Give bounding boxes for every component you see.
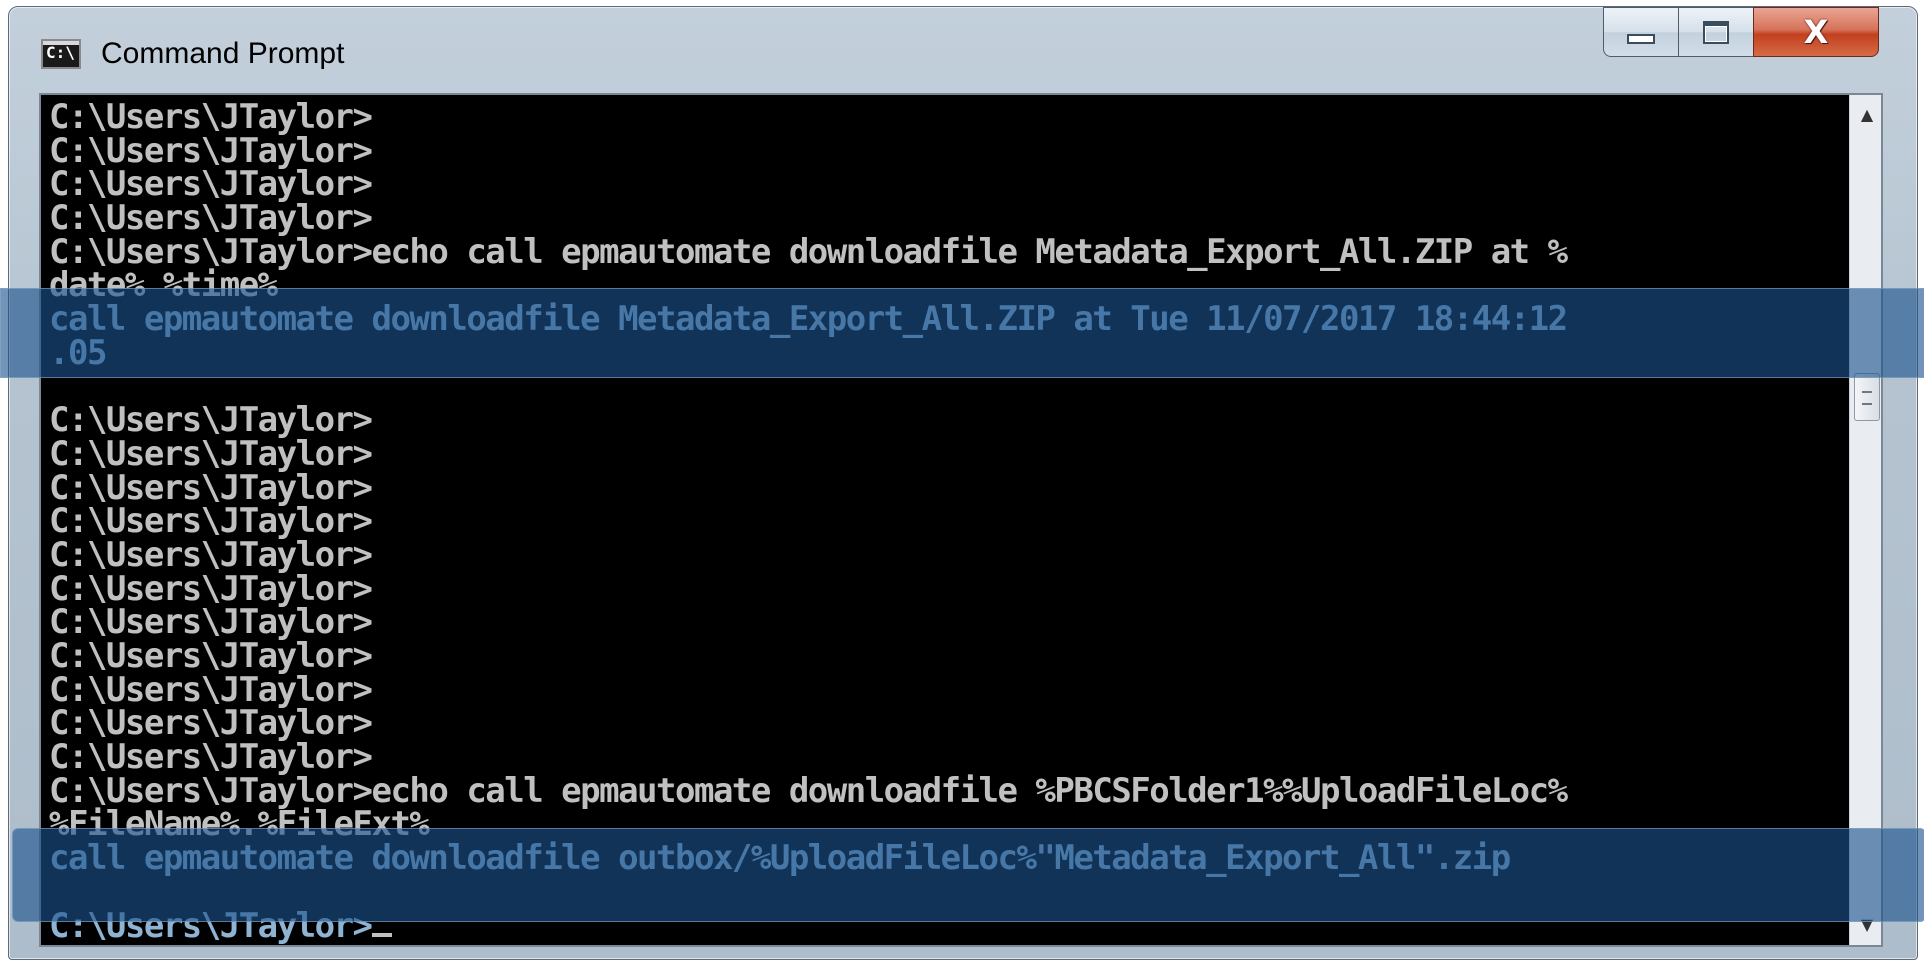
title-bar[interactable]: C:\ Command Prompt X [9, 7, 1917, 95]
console-line: C:\Users\JTaylor>echo call epmautomate d… [49, 231, 1568, 272]
text-cursor [371, 932, 392, 937]
close-button[interactable]: X [1753, 7, 1879, 57]
window-title: Command Prompt [101, 37, 345, 70]
close-icon: X [1803, 13, 1829, 51]
console-line: C:\Users\JTaylor> [49, 636, 373, 676]
console-line: C:\Users\JTaylor> [49, 501, 373, 542]
console-line: C:\Users\JTaylor> [49, 97, 373, 137]
highlight-overlay-date-output [0, 288, 1924, 378]
maximize-button[interactable] [1678, 7, 1754, 57]
scrollbar-thumb[interactable] [1854, 373, 1880, 421]
command-prompt-window: C:\ Command Prompt X C:\Users\JTaylor> C:… [8, 6, 1918, 960]
scroll-up-arrow-icon[interactable]: ▲ [1850, 95, 1881, 135]
vertical-scrollbar[interactable]: ▲ ▼ [1849, 95, 1881, 945]
console-output[interactable]: C:\Users\JTaylor> C:\Users\JTaylor> C:\Use… [39, 93, 1883, 947]
console-line: C:\Users\JTaylor> [49, 164, 373, 205]
console-lines: C:\Users\JTaylor> C:\Users\JTaylor> C:\Use… [49, 97, 1849, 943]
console-line: C:\Users\JTaylor>echo call epmautomate d… [49, 770, 1568, 811]
console-line: C:\Users\JTaylor> [49, 534, 373, 575]
cmd-icon[interactable]: C:\ [41, 39, 81, 69]
minimize-icon [1627, 34, 1655, 44]
console-line: C:\Users\JTaylor> [49, 737, 373, 778]
console-line: C:\Users\JTaylor> [49, 198, 373, 239]
console-line: C:\Users\JTaylor> [49, 400, 373, 441]
console-line: C:\Users\JTaylor> [49, 433, 373, 474]
console-line: C:\Users\JTaylor> [49, 467, 373, 508]
console-line: C:\Users\JTaylor> [49, 602, 373, 643]
highlight-overlay-zip-output [12, 828, 1924, 922]
console-line: C:\Users\JTaylor> [49, 669, 373, 710]
maximize-icon [1703, 20, 1729, 44]
console-line: C:\Users\JTaylor> [49, 568, 373, 609]
console-line: C:\Users\JTaylor> [49, 703, 373, 744]
console-line: C:\Users\JTaylor> [49, 130, 373, 171]
minimize-button[interactable] [1603, 7, 1679, 57]
